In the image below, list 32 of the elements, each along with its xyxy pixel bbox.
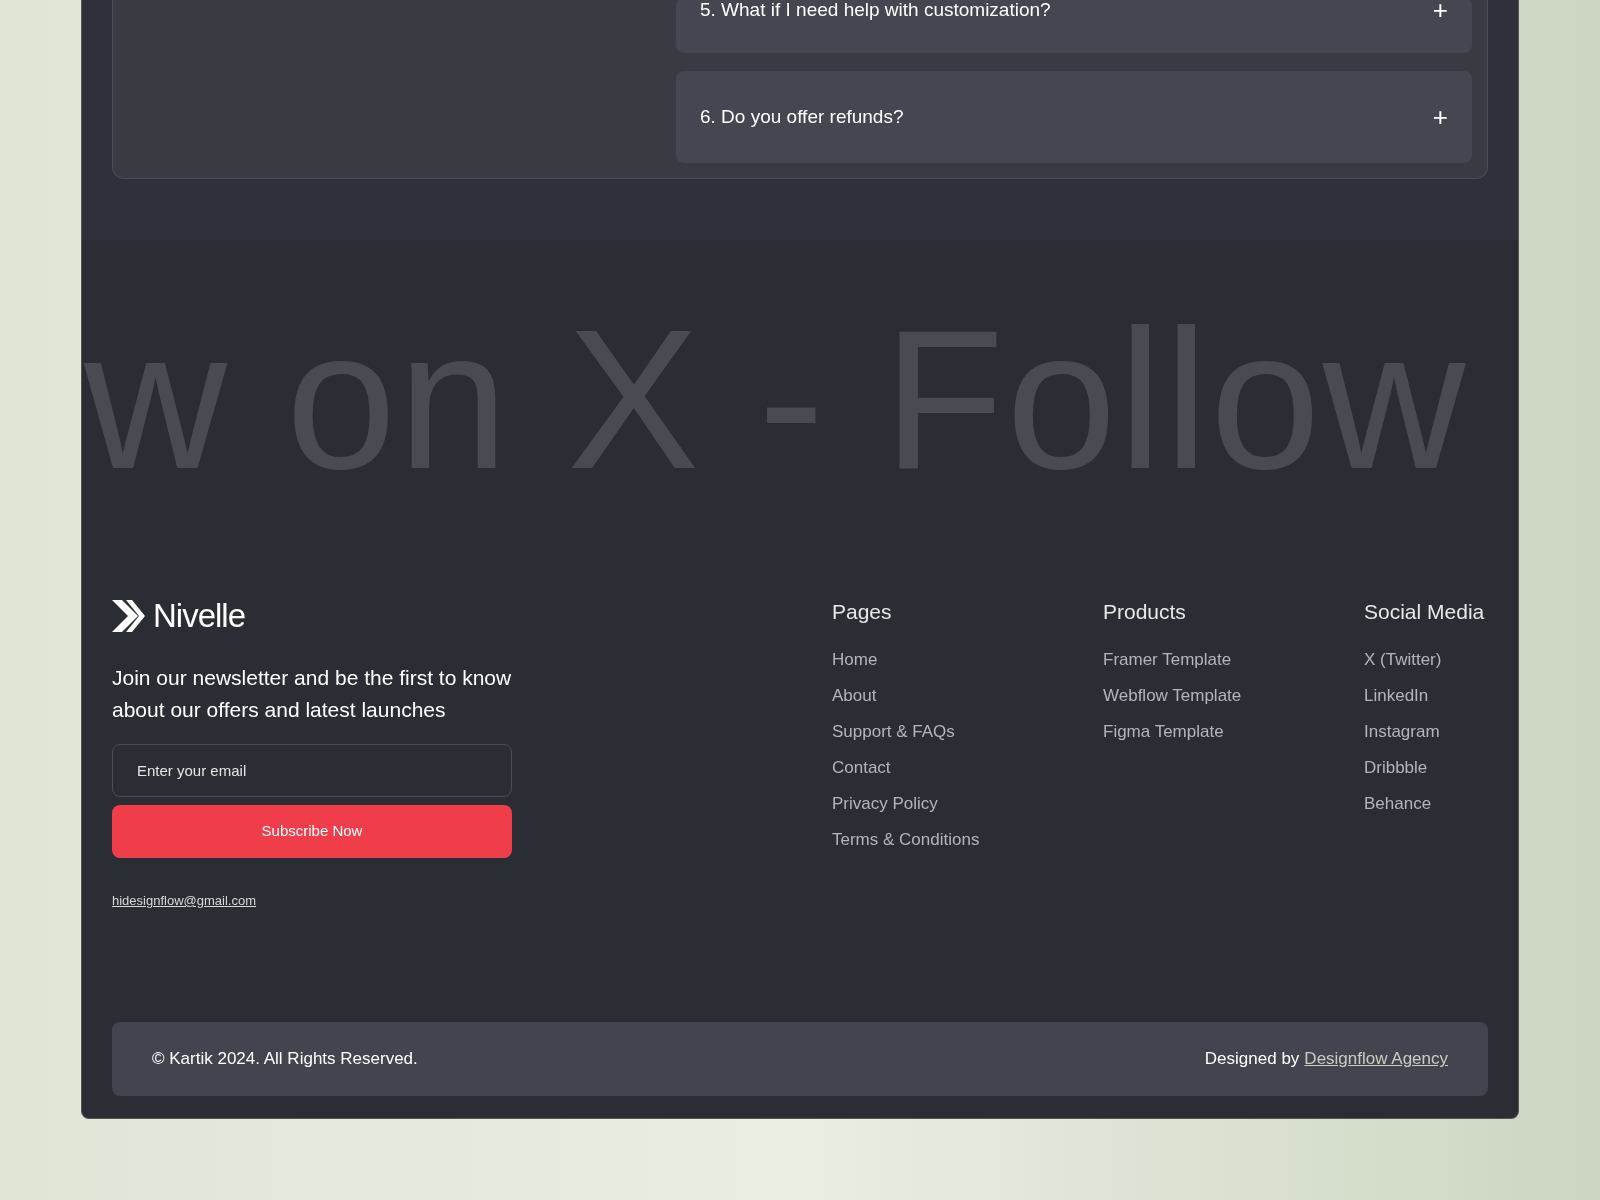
column-heading: Social Media [1364,600,1485,624]
footer-link[interactable]: Contact [832,750,891,786]
footer-link[interactable]: LinkedIn [1364,678,1429,714]
newsletter-text: Join our newsletter and be the first to know about our offers and latest launches [112,665,513,723]
agency-link[interactable]: Designflow Agency [1304,1046,1448,1072]
subscribe-button[interactable]: Subscribe Now [112,805,512,858]
footer-link[interactable]: Behance [1364,786,1432,822]
expand-toggle[interactable]: + [1432,0,1448,20]
footer-link[interactable]: Support & FAQs [832,714,955,750]
faq-question: 6. Do you offer refunds? [700,107,904,127]
brand-name: Nivelle [153,599,246,633]
footer-link[interactable]: X (Twitter) [1364,642,1442,678]
footer-link[interactable]: About [832,678,877,714]
footer-link[interactable]: Dribbble [1364,750,1428,786]
footer-link[interactable]: Home [832,642,878,678]
faq-item[interactable]: 5. What if I need help with customization? + [676,0,1472,53]
logo-icon [112,600,145,632]
email-link[interactable]: hidesignflow@gmail.com [112,893,256,908]
expand-toggle[interactable]: + [1432,107,1448,127]
faq-question: 5. What if I need help with customization? [700,0,1051,20]
footer-link[interactable]: Figma Template [1103,714,1224,750]
email-field[interactable]: Enter your email [112,744,512,797]
faq-item[interactable]: 6. Do you offer refunds? + [676,71,1472,163]
footer-link[interactable]: Webflow Template [1103,678,1242,714]
footer-link[interactable]: Instagram [1364,714,1440,750]
footer-link[interactable]: Terms & Conditions [832,822,980,858]
footer-link[interactable]: Privacy Policy [832,786,938,822]
column-heading: Pages [832,600,893,624]
credit-text: Designed by [1204,1048,1300,1071]
copyright-text: © Kartik 2024. All Rights Reserved. [152,1048,418,1071]
column-heading: Products [1103,600,1187,624]
footer-link[interactable]: Framer Template [1103,642,1232,678]
